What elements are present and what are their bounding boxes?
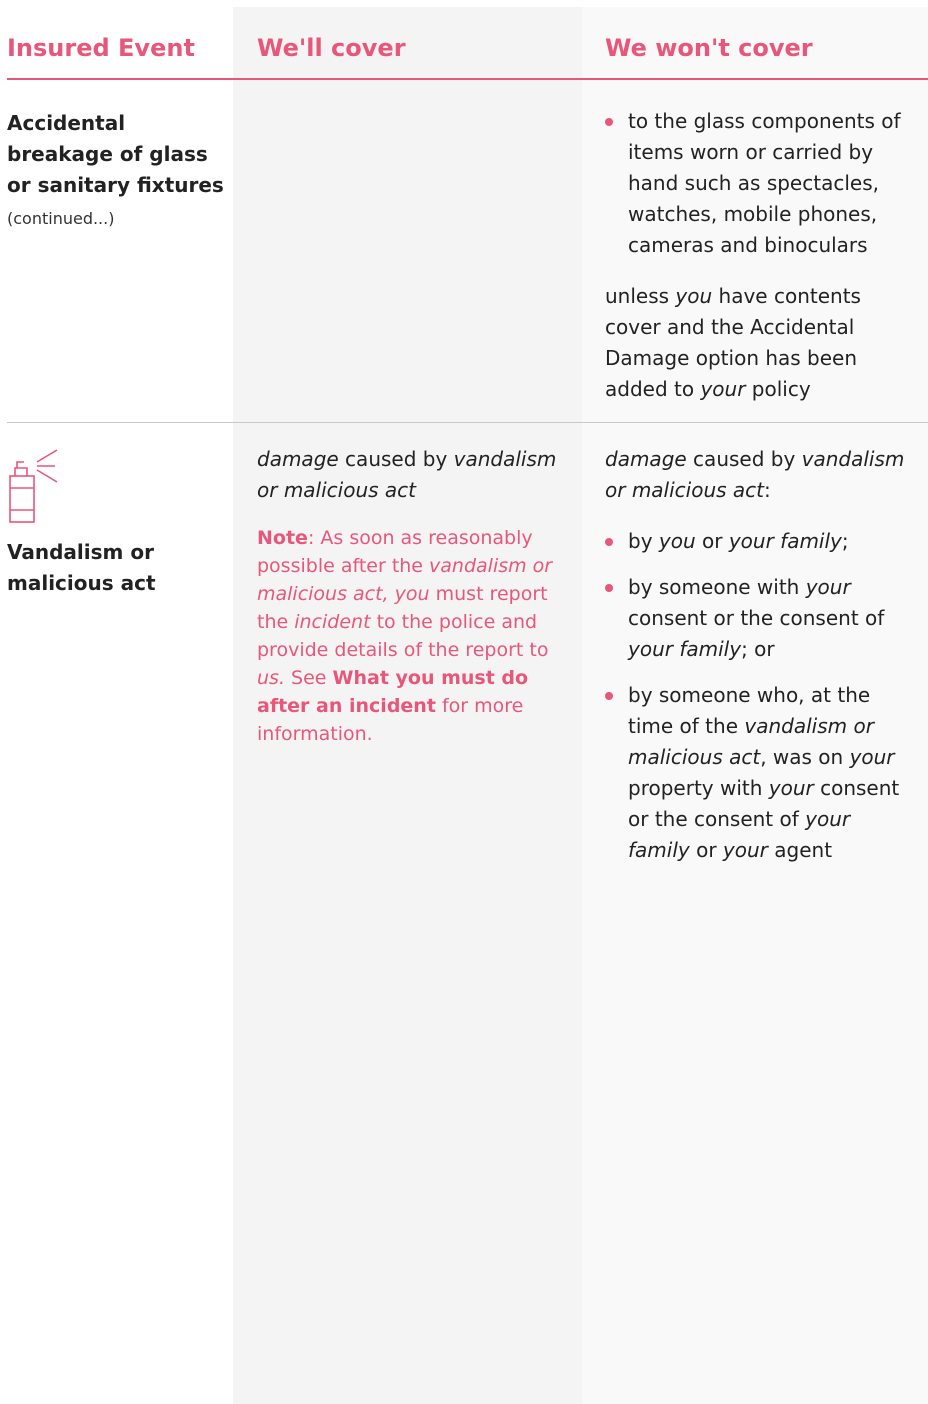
row2-event-title: Vandalism or malicious act: [7, 540, 156, 595]
header-insured-event: Insured Event: [7, 34, 195, 62]
row2-well-cover: damage caused by vandalism or malicious …: [257, 444, 557, 748]
row1-wont-cover-tail: unless you have contents cover and the A…: [605, 284, 861, 401]
spray-can-icon: [7, 448, 63, 526]
header-divider: [7, 78, 928, 80]
header-well-cover: We'll cover: [257, 34, 406, 62]
list-item: by someone who, at the time of the vanda…: [605, 680, 910, 866]
list-item: by someone with your consent or the cons…: [605, 572, 910, 665]
row2-cover-intro: damage caused by vandalism or malicious …: [257, 447, 557, 502]
row1-event-note: (continued...): [7, 209, 115, 228]
row1-wont-cover-list: to the glass components of items worn or…: [605, 106, 905, 261]
row1-event-title: Accidental breakage of glass or sanitary…: [7, 111, 224, 197]
row2-wont-cover-list: by you or your family; by someone with y…: [605, 526, 910, 866]
row2-wont-cover: damage caused by vandalism or malicious …: [605, 444, 910, 881]
row2-cover-note: Note: As soon as reasonably possible aft…: [257, 527, 553, 745]
list-item: to the glass components of items worn or…: [605, 106, 905, 261]
row-divider: [7, 422, 928, 423]
list-item: by you or your family;: [605, 526, 910, 557]
row1-wont-cover: to the glass components of items worn or…: [605, 106, 905, 405]
header-we-wont-cover: We won't cover: [605, 34, 813, 62]
row2-wont-cover-intro: damage caused by vandalism or malicious …: [605, 447, 905, 502]
